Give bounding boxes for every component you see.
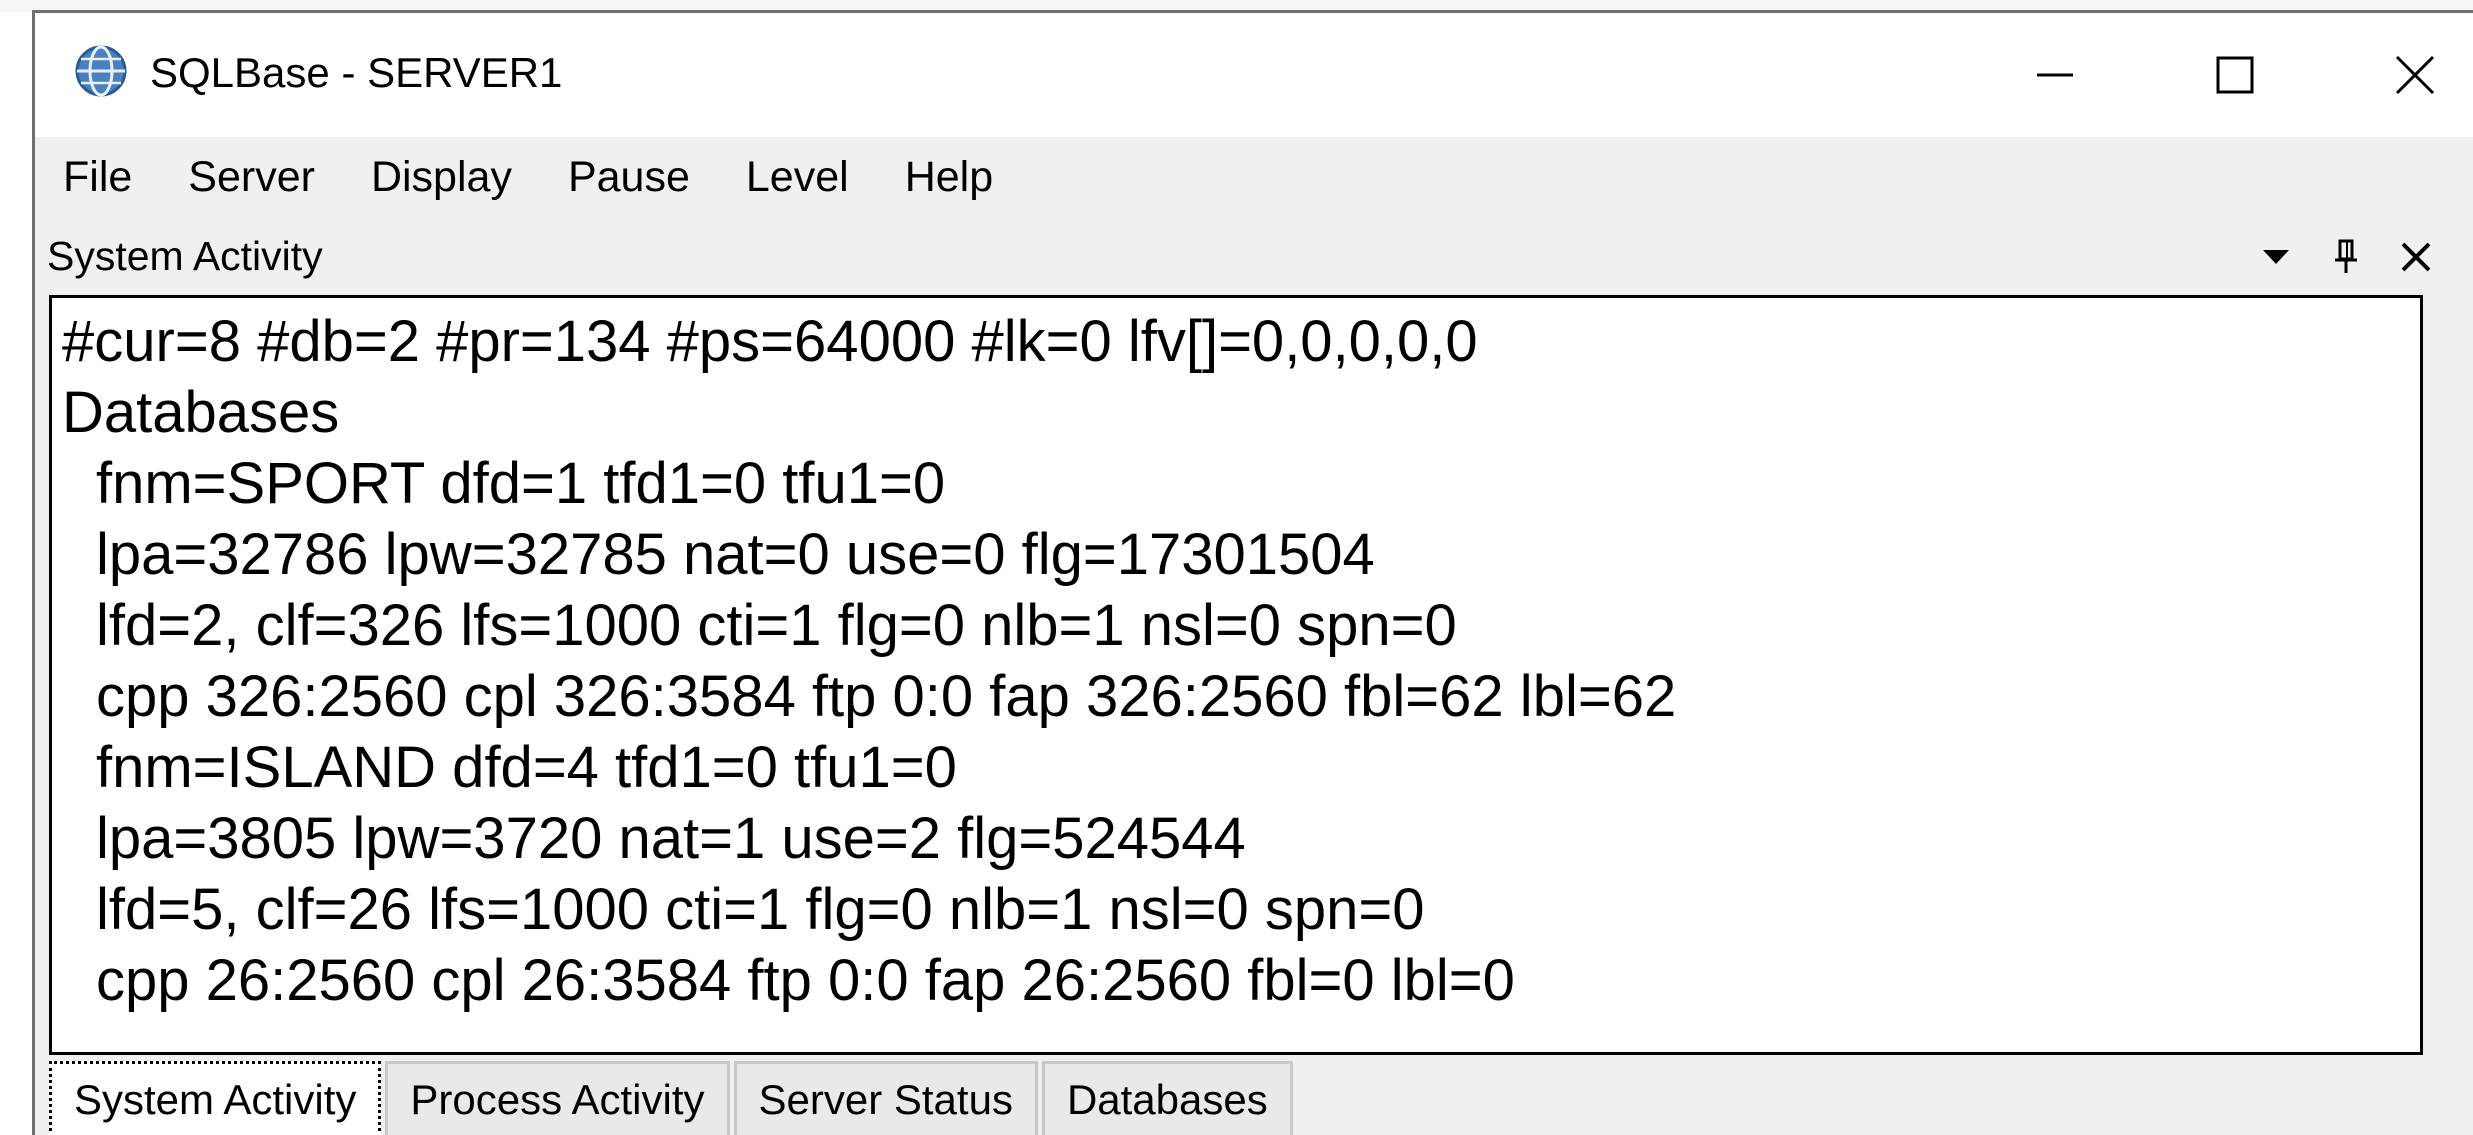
- activity-line: fnm=ISLAND dfd=4 tfd1=0 tfu1=0: [96, 735, 957, 800]
- minimize-icon: [2035, 55, 2075, 95]
- menu-bar: File Server Display Pause Level Help: [35, 137, 2473, 217]
- tab-process-activity[interactable]: Process Activity: [385, 1061, 730, 1135]
- activity-line: lfd=5, clf=26 lfs=1000 cti=1 flg=0 nlb=1…: [96, 877, 1425, 942]
- activity-line: lpa=32786 lpw=32785 nat=0 use=0 flg=1730…: [96, 522, 1375, 587]
- activity-line: #cur=8 #db=2 #pr=134 #ps=64000 #lk=0 lfv…: [62, 309, 1478, 374]
- panel-title: System Activity: [47, 233, 323, 279]
- menu-file[interactable]: File: [63, 153, 132, 202]
- tab-databases[interactable]: Databases: [1041, 1061, 1293, 1135]
- panel-close-icon: [2400, 241, 2432, 278]
- close-icon: [2394, 54, 2436, 96]
- close-button[interactable]: [2325, 13, 2473, 137]
- activity-line: cpp 26:2560 cpl 26:3584 ftp 0:0 fap 26:2…: [96, 948, 1515, 1013]
- minimize-button[interactable]: [1965, 13, 2145, 137]
- maximize-button[interactable]: [2145, 13, 2325, 137]
- tab-server-status[interactable]: Server Status: [733, 1061, 1038, 1135]
- menu-pause[interactable]: Pause: [568, 153, 690, 202]
- tab-system-activity[interactable]: System Activity: [49, 1061, 382, 1135]
- activity-line: fnm=SPORT dfd=1 tfd1=0 tfu1=0: [96, 451, 946, 516]
- panel-pin-button[interactable]: [2320, 235, 2372, 283]
- activity-line: Databases: [62, 380, 340, 445]
- activity-line: lpa=3805 lpw=3720 nat=1 use=2 flg=524544: [96, 806, 1246, 871]
- menu-help[interactable]: Help: [905, 153, 993, 202]
- dropdown-arrow-icon: [2261, 247, 2291, 272]
- menu-server[interactable]: Server: [188, 153, 315, 202]
- panel-header: System Activity: [35, 217, 2473, 295]
- activity-line: lfd=2, clf=326 lfs=1000 cti=1 flg=0 nlb=…: [96, 593, 1457, 658]
- menu-display[interactable]: Display: [371, 153, 512, 202]
- pin-icon: [2333, 239, 2359, 280]
- panel-close-button[interactable]: [2390, 235, 2442, 283]
- system-activity-output[interactable]: #cur=8 #db=2 #pr=134 #ps=64000 #lk=0 lfv…: [49, 295, 2423, 1055]
- maximize-icon: [2215, 55, 2255, 95]
- bottom-tab-bar: System Activity Process Activity Server …: [49, 1061, 1297, 1135]
- app-window: SQLBase - SERVER1 File Server Display Pa…: [32, 10, 2473, 1135]
- title-bar[interactable]: SQLBase - SERVER1: [35, 13, 2473, 137]
- menu-level[interactable]: Level: [746, 153, 849, 202]
- panel-dropdown-button[interactable]: [2250, 235, 2302, 283]
- activity-line: cpp 326:2560 cpl 326:3584 ftp 0:0 fap 32…: [96, 664, 1677, 729]
- database-globe-icon: [73, 43, 129, 99]
- window-title: SQLBase - SERVER1: [150, 49, 563, 96]
